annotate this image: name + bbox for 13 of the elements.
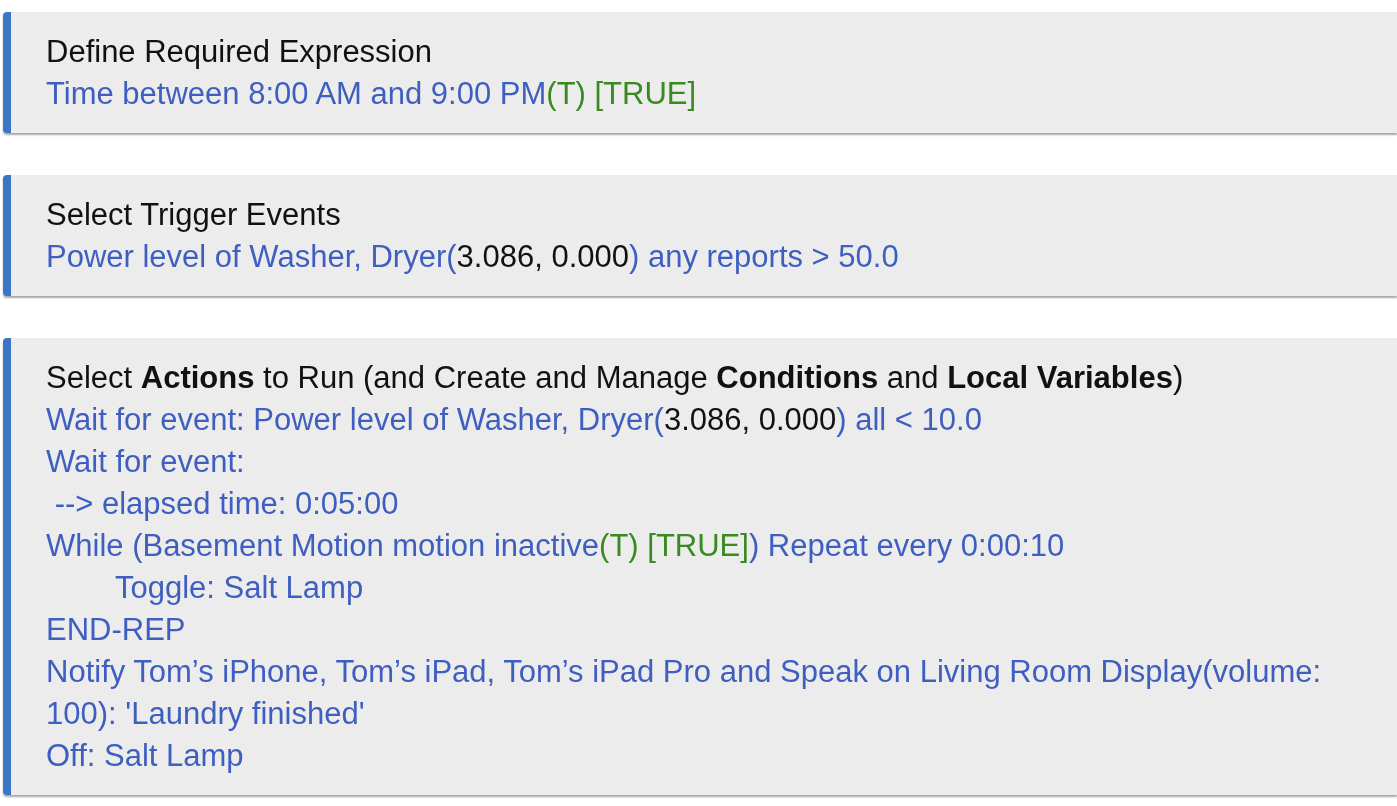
rule-line: Toggle: Salt Lamp [115,569,365,607]
section-title: Select Actions to Run (and Create and Manage Conditions and Local Variables) [46,359,1185,397]
rule-line: Wait for event: [46,443,246,481]
rule-line: Wait for event: Power level of Washer, Dryer(3.086, 0.000) all < 10.0 [46,401,983,439]
section-title: Select Trigger Events [46,196,342,234]
rule-line: Off: Salt Lamp [46,737,245,775]
rule-line: While (Basement Motion motion inactive(T) [TRUE]) Repeat every 0:00:10 [46,527,1066,565]
rule-line: --> elapsed time: 0:05:00 [53,485,400,523]
rule-line: END-REP [46,611,187,649]
rule-line: Power level of Washer, Dryer(3.086, 0.000) any reports > 50.0 [46,238,900,276]
rule-line: Notify Tom’s iPhone, Tom’s iPad, Tom’s iPad Pro and Speak on Living Room Display(volume: 100): 'Laundry finished' [46,653,1323,733]
rule-line: Time between 8:00 AM and 9:00 PM(T) [TRUE] [46,75,698,113]
section-title: Define Required Expression [46,33,433,71]
